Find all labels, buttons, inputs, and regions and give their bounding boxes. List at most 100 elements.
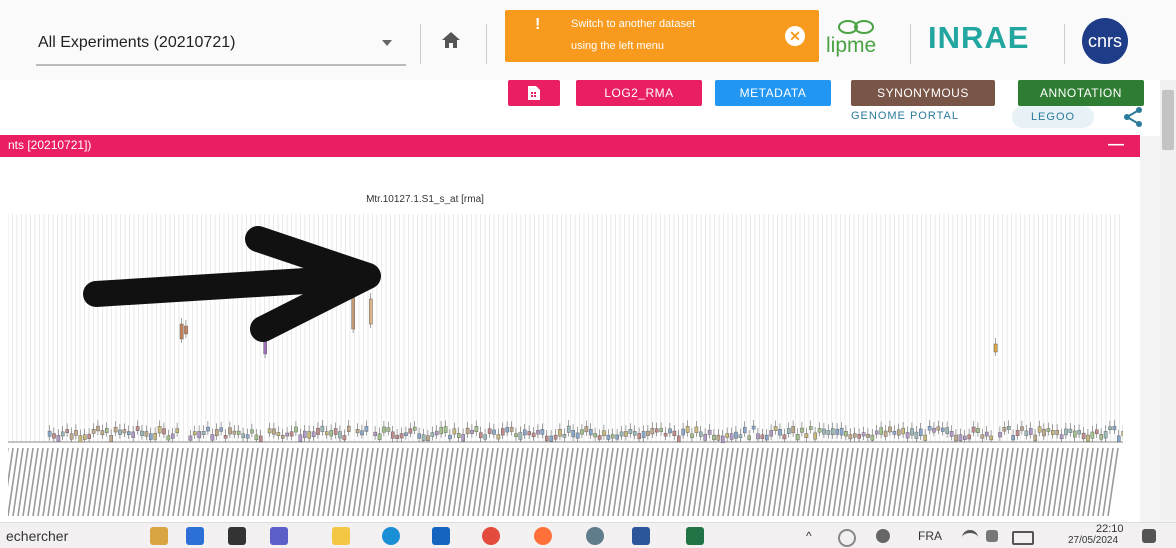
- box-mark: [839, 427, 844, 436]
- tick-label-mark: [167, 447, 179, 517]
- synonymous-button[interactable]: SYNONYMOUS: [851, 80, 995, 106]
- tick-label-mark: [897, 447, 909, 517]
- tick-label-mark: [842, 447, 854, 517]
- language-indicator[interactable]: FRA: [918, 529, 942, 543]
- box-mark: [927, 425, 932, 431]
- tick-label-mark: [292, 447, 304, 517]
- firefox-icon[interactable]: [534, 527, 552, 545]
- tick-label-mark: [307, 447, 319, 517]
- tick-label-mark: [782, 447, 794, 517]
- minimize-button[interactable]: —: [1108, 136, 1124, 154]
- teams-icon[interactable]: [270, 527, 288, 545]
- widgets-icon[interactable]: [150, 527, 168, 545]
- scrollbar-thumb[interactable]: [1162, 90, 1174, 150]
- clock-date[interactable]: 27/05/2024: [1068, 535, 1118, 546]
- box-mark: [646, 430, 650, 436]
- tick-label-mark: [207, 447, 219, 517]
- tick-label-mark: [187, 447, 199, 517]
- tick-label-mark: [47, 447, 59, 517]
- sync-icon[interactable]: [838, 529, 856, 547]
- settings-icon[interactable]: [586, 527, 604, 545]
- genome-portal-link[interactable]: GENOME PORTAL: [851, 110, 959, 122]
- chrome-icon[interactable]: [482, 527, 500, 545]
- tick-label-mark: [92, 447, 104, 517]
- box-mark: [663, 432, 668, 437]
- tick-label-mark: [72, 447, 84, 517]
- tick-label-mark: [452, 447, 464, 517]
- battery-icon[interactable]: [1012, 531, 1034, 545]
- box-plot: [8, 214, 1123, 444]
- box-mark: [553, 434, 558, 440]
- tick-label-mark: [162, 447, 174, 517]
- box-mark: [760, 434, 765, 440]
- box-mark: [435, 430, 439, 436]
- box-mark: [677, 435, 681, 443]
- tick-label-mark: [1072, 447, 1084, 517]
- box-mark: [210, 434, 215, 441]
- edge-icon[interactable]: [382, 527, 400, 545]
- box-mark: [166, 435, 171, 441]
- store-icon[interactable]: [432, 527, 450, 545]
- taskbar-search[interactable]: echercher: [6, 528, 68, 544]
- box-mark: [817, 428, 822, 433]
- box-mark: [879, 427, 883, 435]
- box-mark: [685, 426, 690, 433]
- excel-icon[interactable]: [686, 527, 704, 545]
- divider: [1064, 24, 1065, 64]
- tick-label-mark: [777, 447, 789, 517]
- log2-rma-button[interactable]: LOG2_RMA: [576, 80, 702, 106]
- box-mark: [870, 434, 875, 441]
- box-mark: [281, 434, 285, 439]
- task-view-icon[interactable]: [228, 527, 246, 545]
- tick-label-mark: [1092, 447, 1104, 517]
- box-mark: [611, 434, 615, 439]
- wifi-icon[interactable]: [962, 530, 978, 545]
- export-button[interactable]: [508, 80, 560, 106]
- box-mark: [78, 435, 83, 443]
- box-mark: [457, 433, 461, 438]
- box-mark: [267, 428, 272, 434]
- toast-message-line2: using the left menu: [571, 40, 664, 52]
- tick-label-mark: [217, 447, 229, 517]
- clock-time[interactable]: 22:10: [1096, 523, 1124, 535]
- legoo-link[interactable]: LEGOO: [1012, 106, 1094, 128]
- box-mark: [364, 426, 369, 432]
- tick-label-mark: [342, 447, 354, 517]
- metadata-button[interactable]: METADATA: [715, 80, 831, 106]
- widgets-icon-2[interactable]: [186, 527, 204, 545]
- tick-label-mark: [952, 447, 964, 517]
- share-button[interactable]: [1122, 106, 1144, 128]
- box-mark: [993, 343, 998, 353]
- volume-icon[interactable]: [986, 530, 998, 542]
- file-explorer-icon[interactable]: [332, 527, 350, 545]
- box-mark: [963, 435, 967, 440]
- notification-icon[interactable]: [1142, 529, 1156, 543]
- tick-label-mark: [117, 447, 129, 517]
- box-mark: [725, 433, 729, 438]
- eye-off-icon[interactable]: [876, 529, 890, 543]
- chevron-up-icon[interactable]: ^: [806, 529, 812, 543]
- box-mark: [404, 432, 408, 437]
- tick-label-mark: [57, 447, 69, 517]
- box-mark: [421, 434, 426, 441]
- word-icon[interactable]: [632, 527, 650, 545]
- box-mark: [861, 432, 866, 437]
- box-mark: [254, 434, 259, 441]
- tick-label-mark: [667, 447, 679, 517]
- tick-label-mark: [77, 447, 89, 517]
- tick-label-mark: [127, 447, 139, 517]
- box-mark: [496, 434, 501, 440]
- box-mark: [628, 429, 633, 434]
- annotation-button[interactable]: ANNOTATION: [1018, 80, 1144, 106]
- tick-label-mark: [737, 447, 749, 517]
- tick-label-mark: [12, 447, 24, 517]
- box-mark: [369, 298, 373, 325]
- tick-label-mark: [297, 447, 309, 517]
- close-icon[interactable]: ✕: [785, 26, 805, 46]
- box-mark: [619, 431, 624, 437]
- dataset-select[interactable]: All Experiments (20210721): [36, 24, 406, 66]
- box-mark: [650, 427, 655, 435]
- home-button[interactable]: [440, 30, 468, 56]
- tick-label-mark: [462, 447, 474, 517]
- tick-label-mark: [437, 447, 449, 517]
